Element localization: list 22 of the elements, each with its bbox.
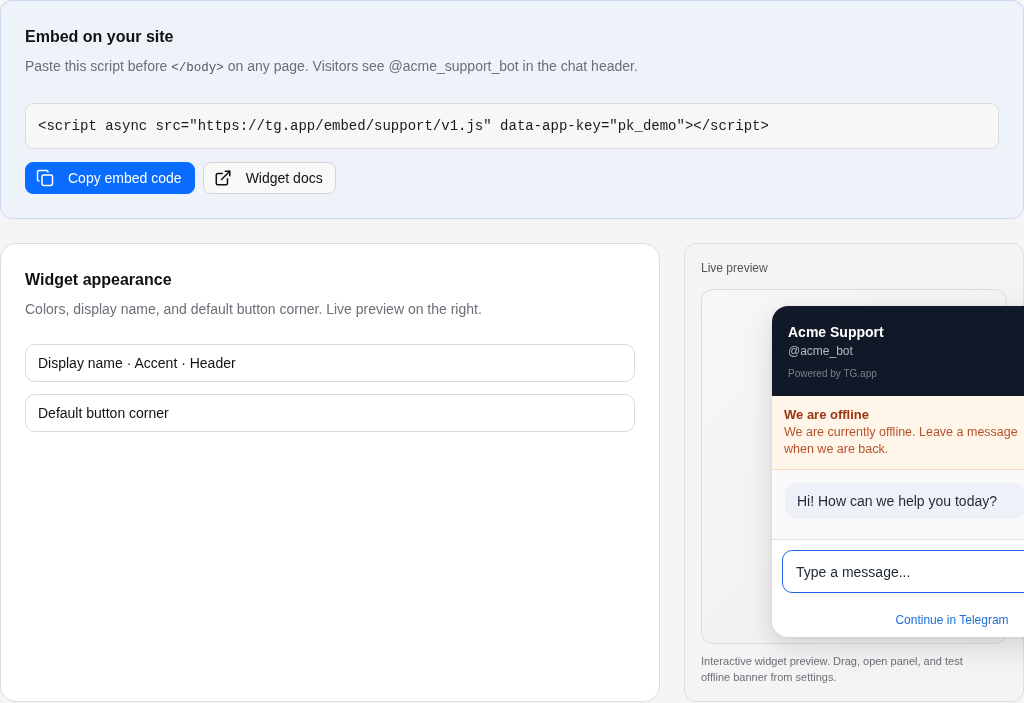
code-snippet: <script async src="https://tg.app/embed/support/v1.js" data-app-key="pk_demo"></script>	[25, 103, 999, 149]
offline-title: We are offline	[784, 406, 870, 424]
settings-section-row[interactable]: Display name · Accent · Header	[25, 344, 635, 382]
section-description: Colors, display name, and default button corner. Live preview on the right.	[25, 300, 483, 319]
preview-caption: Interactive widget preview. Drag, open panel, and test offline banner from settings.	[701, 654, 964, 685]
copy-icon	[36, 169, 54, 187]
settings-section-row[interactable]: Default button corner	[25, 394, 635, 432]
telegram-link[interactable]: Continue in Telegram	[895, 612, 1009, 628]
copy-button[interactable]: Copy embed code	[25, 162, 195, 194]
docs-button[interactable]: Widget docs	[202, 162, 336, 194]
widget-name: Acme Support	[788, 323, 884, 342]
message-input[interactable]: Type a message...	[782, 550, 1024, 593]
chat-widget[interactable]: Acme Support @acme_bot Powered by TG.app We are offline We are currently offline. Leave a message when we are back. Hi! How can we help you today? Type a message... Continue in Telegram	[772, 306, 1024, 637]
external-link-icon	[213, 169, 232, 187]
powered-by-text: Powered by TG.app	[788, 367, 877, 381]
preview-label: Live preview	[701, 260, 769, 276]
message-bubble: Hi! How can we help you today?	[785, 483, 1024, 519]
section-title: Widget appearance	[25, 270, 173, 290]
offline-message: We are currently offline. Leave a message when we are back.	[784, 424, 1019, 458]
section-description: Paste this script before </body> on any page. Visitors see @acme_support_bot in the chat header.	[25, 57, 638, 77]
bot-handle: @acme_bot	[788, 343, 853, 359]
section-title: Embed on your site	[25, 27, 174, 47]
